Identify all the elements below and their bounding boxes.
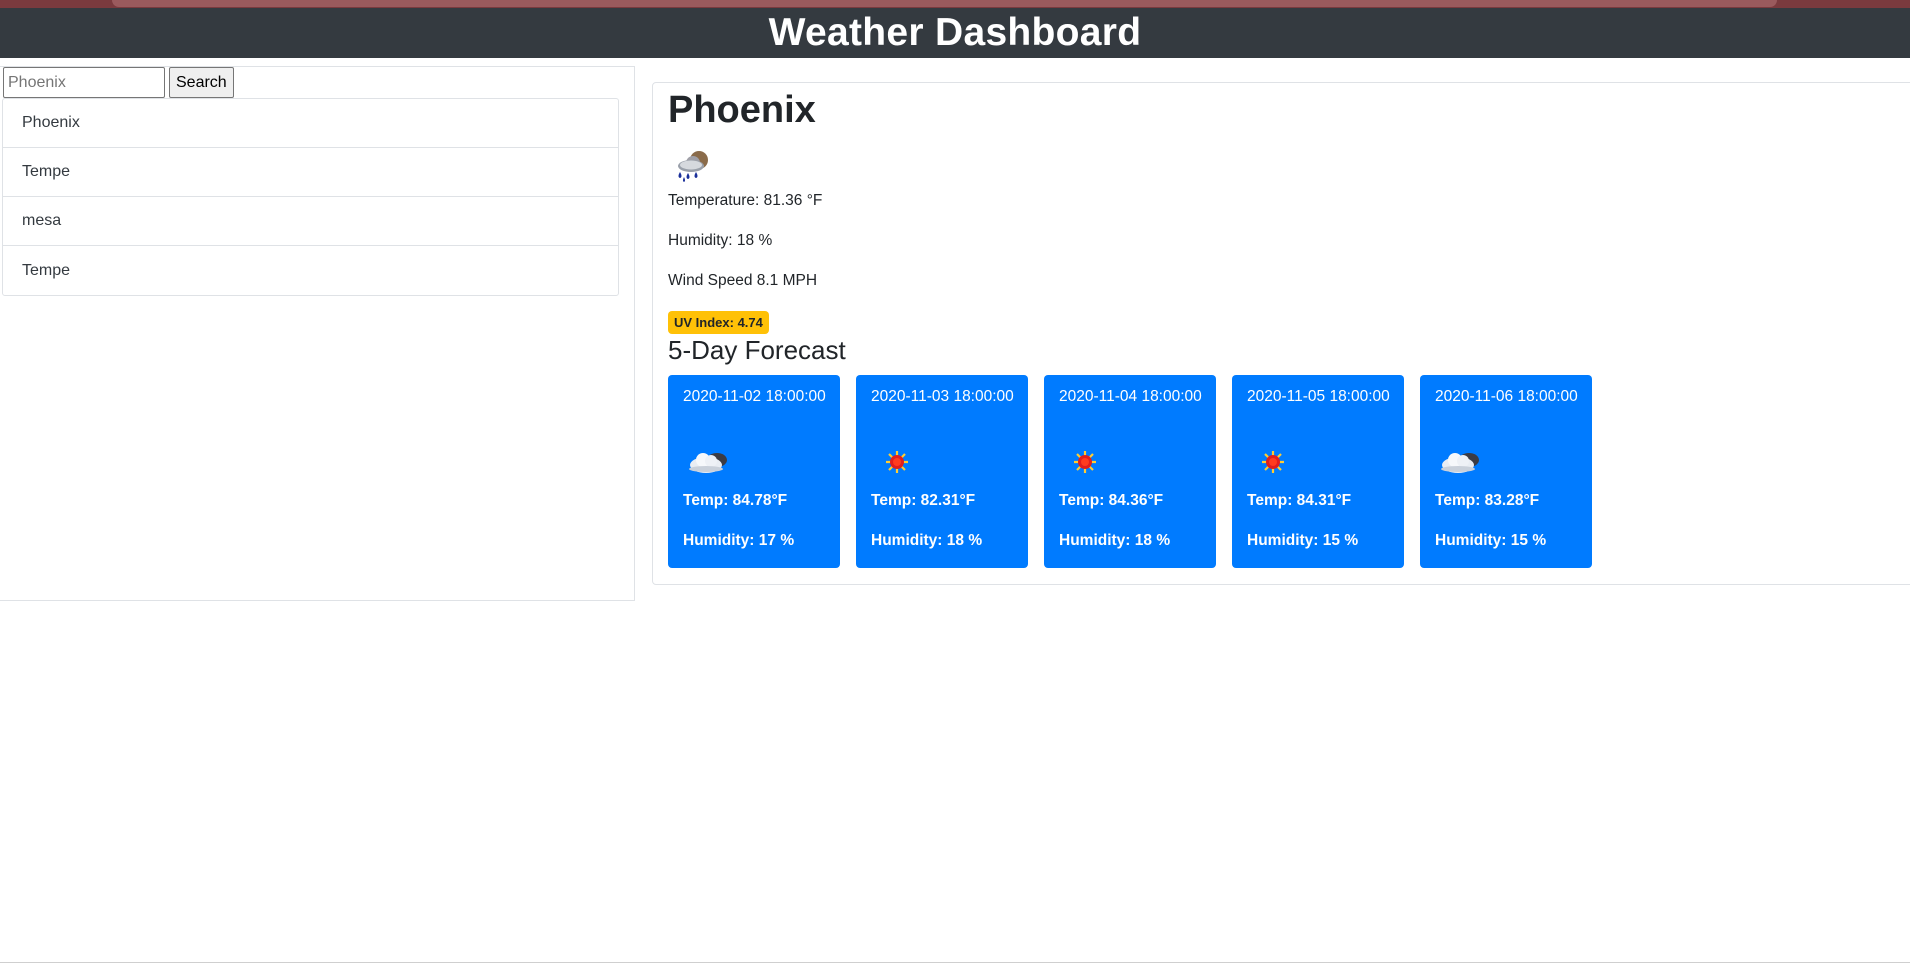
sidebar: Search Phoenix Tempe mesa Tempe [0,66,635,601]
cloud-icon [1441,453,1479,473]
current-weather-card: Phoenix Temperature: 81.36 °F Humidity: … [652,82,1910,585]
forecast-card: 2020-11-05 18:00:00 Temp: 84.31°F Humidi… [1232,375,1404,568]
search-history-list: Phoenix Tempe mesa Tempe [2,98,619,296]
forecast-date: 2020-11-03 18:00:00 [871,388,1014,405]
page-title: Weather Dashboard [768,11,1142,54]
forecast-card: 2020-11-06 18:00:00 Temp: 83.28°F Humidi… [1420,375,1592,568]
current-wind-speed: Wind Speed 8.1 MPH [668,272,818,289]
forecast-humidity: Humidity: 15 % [1435,532,1547,549]
current-city-name: Phoenix [668,89,816,131]
sun-icon [1262,451,1284,473]
search-form: Search [3,67,234,98]
rain-cloud-icon [678,151,708,182]
forecast-temp: Temp: 84.36°F [1059,492,1164,509]
current-humidity: Humidity: 18 % [668,232,773,249]
current-temperature: Temperature: 81.36 °F [668,192,823,209]
forecast-date: 2020-11-02 18:00:00 [683,388,826,405]
history-item[interactable]: Tempe [3,148,618,197]
forecast-date: 2020-11-06 18:00:00 [1435,388,1578,405]
forecast-humidity: Humidity: 17 % [683,532,795,549]
cloud-icon [689,453,727,473]
window-bottom-edge [0,962,1910,963]
forecast-temp: Temp: 84.31°F [1247,492,1352,509]
uv-index-badge: UV Index: 4.74 [668,311,769,334]
search-input[interactable] [3,67,165,98]
sun-icon [886,451,908,473]
forecast-temp: Temp: 84.78°F [683,492,788,509]
history-item[interactable]: Phoenix [3,99,618,148]
forecast-date: 2020-11-04 18:00:00 [1059,388,1202,405]
forecast-temp: Temp: 82.31°F [871,492,976,509]
history-item[interactable]: Tempe [3,246,618,295]
search-button[interactable]: Search [169,67,234,98]
forecast-humidity: Humidity: 15 % [1247,532,1359,549]
forecast-card: 2020-11-04 18:00:00 Temp: 84.36°F Humidi… [1044,375,1216,568]
forecast-temp: Temp: 83.28°F [1435,492,1540,509]
forecast-card: 2020-11-02 18:00:00 Temp: 84.78°F Humidi… [668,375,840,568]
forecast-humidity: Humidity: 18 % [871,532,983,549]
forecast-date: 2020-11-05 18:00:00 [1247,388,1390,405]
forecast-humidity: Humidity: 18 % [1059,532,1171,549]
history-item[interactable]: mesa [3,197,618,246]
navbar: Weather Dashboard [0,8,1910,58]
forecast-card: 2020-11-03 18:00:00 Temp: 82.31°F Humidi… [856,375,1028,568]
forecast-title: 5-Day Forecast [668,335,846,365]
sun-icon [1074,451,1096,473]
browser-tab-edge [112,0,1777,7]
